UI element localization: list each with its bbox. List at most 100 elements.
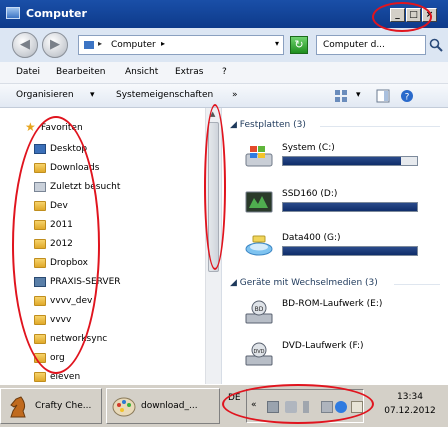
scroll-up-icon[interactable]: ▲ bbox=[210, 110, 215, 118]
forward-button[interactable]: ▶ bbox=[42, 32, 68, 58]
collapse-icon[interactable]: ◢ bbox=[230, 120, 240, 130]
drive-item[interactable]: DVD DVD-Laufwerk (F:) bbox=[222, 338, 448, 378]
tray-app-icon[interactable] bbox=[267, 401, 279, 413]
nav-favorites[interactable]: ★ Favoriten bbox=[0, 120, 205, 139]
nav-item-label: PRAXIS-SERVER bbox=[50, 277, 121, 287]
folder-icon bbox=[34, 239, 46, 249]
nav-item[interactable]: Zuletzt besucht bbox=[0, 179, 205, 198]
nav-item-label: Zuletzt besucht bbox=[50, 182, 121, 192]
navigation-pane: ★ Favoriten Desktop Downloads Zuletzt besu… bbox=[0, 108, 222, 384]
tray-expand-icon[interactable]: « bbox=[251, 400, 263, 412]
scroll-thumb[interactable] bbox=[208, 122, 219, 272]
nav-item[interactable]: networksync bbox=[0, 331, 205, 350]
drive-name: BD-ROM-Laufwerk (E:) bbox=[282, 299, 383, 309]
search-icon[interactable] bbox=[428, 37, 444, 53]
system-properties-button[interactable]: Systemeigenschaften bbox=[116, 90, 213, 100]
volume-icon[interactable] bbox=[285, 401, 297, 413]
nav-item-label: 2011 bbox=[50, 220, 73, 230]
taskbar-button-label: Crafty Che... bbox=[35, 401, 92, 411]
nav-item[interactable]: org bbox=[0, 350, 205, 369]
system-tray: « bbox=[246, 389, 364, 423]
computer-icon bbox=[6, 7, 20, 19]
more-commands-button[interactable]: » bbox=[232, 90, 238, 100]
search-input[interactable]: Computer d... bbox=[316, 35, 426, 55]
drive-name: System (C:) bbox=[282, 143, 335, 153]
globe-icon[interactable] bbox=[335, 401, 347, 413]
drive-item[interactable]: BD BD-ROM-Laufwerk (E:) bbox=[222, 296, 448, 336]
nav-item[interactable]: Downloads bbox=[0, 160, 205, 179]
organize-button[interactable]: Organisieren bbox=[16, 90, 74, 100]
nav-item[interactable]: Dev bbox=[0, 198, 205, 217]
computer-icon bbox=[84, 41, 94, 49]
ssd-drive-icon bbox=[245, 191, 273, 213]
breadcrumb-chevron[interactable]: ▸ bbox=[161, 39, 165, 48]
drive-item[interactable]: System (C:) bbox=[222, 140, 448, 180]
breadcrumb-separator[interactable]: ▸ bbox=[98, 39, 102, 48]
menu-tools[interactable]: Extras bbox=[175, 67, 203, 77]
nav-item[interactable]: Desktop bbox=[0, 141, 205, 160]
collapse-icon[interactable]: ◢ bbox=[230, 278, 240, 288]
drive-usage-bar bbox=[282, 246, 418, 256]
network-icon[interactable] bbox=[303, 401, 315, 413]
breadcrumb-computer[interactable]: Computer bbox=[111, 40, 156, 50]
help-icon[interactable]: ? bbox=[400, 89, 414, 103]
taskbar-button-crafty-chess[interactable]: Crafty Che... bbox=[0, 388, 102, 424]
drive-item[interactable]: SSD160 (D:) bbox=[222, 186, 448, 226]
preview-pane-icon[interactable] bbox=[376, 89, 390, 103]
paint-palette-icon bbox=[112, 397, 136, 417]
minimize-button[interactable]: _ bbox=[390, 8, 405, 22]
nav-item-label: vvvv_dev bbox=[50, 296, 93, 306]
nav-item-label: Downloads bbox=[50, 163, 100, 173]
menu-help[interactable]: ? bbox=[222, 67, 227, 77]
chess-knight-icon bbox=[10, 396, 26, 418]
nav-item[interactable]: vvvv bbox=[0, 312, 205, 331]
nav-item[interactable]: 2012 bbox=[0, 236, 205, 255]
folder-icon bbox=[34, 258, 46, 268]
clock-date[interactable]: 07.12.2012 bbox=[372, 406, 448, 416]
view-options-icon[interactable] bbox=[334, 89, 348, 103]
refresh-button[interactable]: ↻ bbox=[290, 36, 308, 54]
folder-icon bbox=[34, 334, 46, 344]
nav-item-label: networksync bbox=[50, 334, 108, 344]
clock-time[interactable]: 13:34 bbox=[372, 392, 448, 402]
tray-notes-icon[interactable] bbox=[351, 401, 363, 413]
organize-dropdown-icon[interactable]: ▾ bbox=[90, 90, 95, 100]
content-pane: ◢ Festplatten (3) System (C:) SSD160 (D:… bbox=[222, 108, 448, 384]
close-button[interactable]: × bbox=[422, 8, 437, 22]
folder-icon bbox=[34, 296, 46, 306]
desktop-icon bbox=[34, 144, 46, 154]
maximize-button[interactable]: □ bbox=[406, 8, 421, 22]
group-removable-header[interactable]: ◢ Geräte mit Wechselmedien (3) bbox=[230, 278, 378, 288]
drive-usage-bar bbox=[282, 156, 418, 166]
address-bar[interactable]: ▸ Computer ▸ ▾ bbox=[78, 35, 284, 55]
bd-rom-drive-icon: BD bbox=[245, 300, 273, 324]
menu-edit[interactable]: Bearbeiten bbox=[56, 67, 105, 77]
nav-item-label: vvvv bbox=[50, 315, 72, 325]
menu-view[interactable]: Ansicht bbox=[125, 67, 158, 77]
svg-text:DVD: DVD bbox=[253, 349, 264, 355]
group-hard-disks-header[interactable]: ◢ Festplatten (3) bbox=[230, 120, 306, 130]
back-button[interactable]: ◀ bbox=[12, 32, 38, 58]
nav-item-label: eleven bbox=[50, 372, 81, 382]
nav-item-label: Dev bbox=[50, 201, 68, 211]
nav-scrollbar[interactable]: ▲ bbox=[205, 108, 221, 384]
drive-item[interactable]: Data400 (G:) bbox=[222, 230, 448, 270]
nav-item[interactable]: eleven bbox=[0, 369, 205, 384]
language-indicator[interactable]: DE bbox=[228, 393, 241, 403]
nav-item-label: org bbox=[50, 353, 65, 363]
dvd-drive-icon: DVD bbox=[245, 342, 273, 366]
title-bar: Computer _ □ × bbox=[0, 0, 448, 28]
drive-name: Data400 (G:) bbox=[282, 233, 341, 243]
address-dropdown-icon[interactable]: ▾ bbox=[275, 39, 279, 48]
star-icon: ★ bbox=[25, 120, 36, 134]
menu-file[interactable]: Datei bbox=[16, 67, 40, 77]
taskbar-button-download[interactable]: download_... bbox=[106, 388, 220, 424]
nav-item[interactable]: Dropbox bbox=[0, 255, 205, 274]
window-title: Computer bbox=[26, 7, 87, 20]
menu-bar: Datei Bearbeiten Ansicht Extras ? bbox=[0, 62, 448, 84]
nav-item[interactable]: vvvv_dev bbox=[0, 293, 205, 312]
nav-item[interactable]: 2011 bbox=[0, 217, 205, 236]
view-dropdown-icon[interactable]: ▾ bbox=[356, 90, 361, 100]
nav-item[interactable]: PRAXIS-SERVER bbox=[0, 274, 205, 293]
tray-monitor-icon[interactable] bbox=[321, 401, 333, 413]
